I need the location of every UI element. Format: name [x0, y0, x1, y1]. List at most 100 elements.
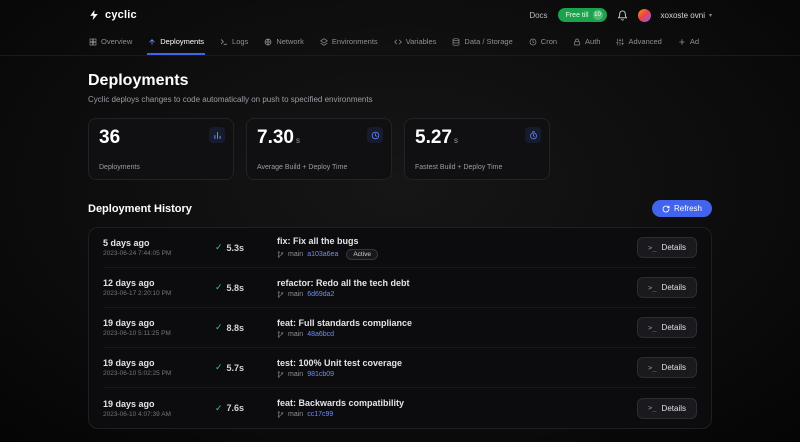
- globe-icon: [264, 38, 272, 46]
- tab-network[interactable]: Network: [263, 30, 305, 55]
- git-branch-icon: [277, 411, 284, 418]
- time-column: 19 days ago 2023-06-10 5:11:25 PM: [103, 318, 215, 337]
- tab-cron[interactable]: Cron: [528, 30, 558, 55]
- details-label: Details: [662, 283, 686, 292]
- commit-hash[interactable]: a103a6ea: [307, 251, 338, 258]
- details-button[interactable]: >_ Details: [637, 357, 697, 378]
- details-button[interactable]: >_ Details: [637, 237, 697, 258]
- plan-label: Free till: [566, 12, 589, 19]
- branch-name: main: [288, 331, 303, 338]
- refresh-button[interactable]: Refresh: [652, 200, 712, 217]
- deploy-timestamp: 2023-06-17 2:20:10 PM: [103, 290, 215, 297]
- tab-overview[interactable]: Overview: [88, 30, 133, 55]
- git-branch-icon: [277, 291, 284, 298]
- grid-icon: [89, 38, 97, 46]
- message-column: fix: Fix all the bugs main a103a6ea Acti…: [277, 236, 637, 260]
- user-name: xoxoste ovni: [661, 11, 705, 20]
- bell-icon[interactable]: [617, 10, 628, 21]
- brand-logo[interactable]: cyclic: [88, 9, 137, 21]
- tab-environments[interactable]: Environments: [319, 30, 379, 55]
- lock-icon: [573, 38, 581, 46]
- commit-meta: main 6d69da2: [277, 291, 637, 298]
- time-column: 5 days ago 2023-06-24 7:44:05 PM: [103, 238, 215, 257]
- stat-label: Deployments: [99, 164, 140, 171]
- commit-hash[interactable]: 48a6bcd: [307, 331, 334, 338]
- details-button[interactable]: >_ Details: [637, 277, 697, 298]
- time-column: 19 days ago 2023-06-10 5:02:25 PM: [103, 358, 215, 377]
- details-label: Details: [662, 323, 686, 332]
- stat-value: 5.27s: [415, 128, 539, 147]
- message-column: refactor: Redo all the tech debt main 6d…: [277, 278, 637, 298]
- commit-hash[interactable]: 6d69da2: [307, 291, 334, 298]
- tab-addons[interactable]: Ad: [677, 30, 700, 55]
- avatar[interactable]: [638, 9, 651, 22]
- success-check-icon: ✓: [215, 322, 223, 333]
- tab-auth[interactable]: Auth: [572, 30, 601, 55]
- code-icon: [394, 38, 402, 46]
- commit-meta: main cc17c99: [277, 411, 637, 418]
- active-badge: Active: [346, 249, 378, 260]
- commit-hash[interactable]: cc17c99: [307, 411, 333, 418]
- deployment-row: 12 days ago 2023-06-17 2:20:10 PM ✓ 5.8s…: [103, 268, 697, 308]
- clock-icon: [367, 127, 383, 143]
- tab-logs[interactable]: Logs: [219, 30, 249, 55]
- history-title: Deployment History: [88, 203, 192, 215]
- deployment-row: 19 days ago 2023-06-10 5:11:25 PM ✓ 8.8s…: [103, 308, 697, 348]
- details-button[interactable]: >_ Details: [637, 317, 697, 338]
- docs-link[interactable]: Docs: [529, 11, 547, 20]
- deploy-timestamp: 2023-06-10 5:02:25 PM: [103, 370, 215, 377]
- details-label: Details: [662, 243, 686, 252]
- stat-value: 7.30s: [257, 128, 381, 147]
- sliders-icon: [616, 38, 624, 46]
- deploy-arrow-icon: [148, 38, 156, 46]
- deploy-duration: 5.7s: [227, 363, 245, 373]
- clock-icon: [529, 38, 537, 46]
- tab-label: Overview: [101, 37, 132, 46]
- terminal-icon: >_: [648, 324, 656, 332]
- plus-icon: [678, 38, 686, 46]
- deploy-timestamp: 2023-06-24 7:44:05 PM: [103, 250, 215, 257]
- message-column: feat: Backwards compatibility main cc17c…: [277, 398, 637, 418]
- commit-meta: main 48a6bcd: [277, 331, 637, 338]
- details-button[interactable]: >_ Details: [637, 398, 697, 419]
- time-column: 12 days ago 2023-06-17 2:20:10 PM: [103, 278, 215, 297]
- duration-column: ✓ 5.8s: [215, 282, 277, 293]
- tab-variables[interactable]: Variables: [393, 30, 438, 55]
- stat-unit: s: [296, 136, 300, 145]
- tab-deployments[interactable]: Deployments: [147, 30, 205, 55]
- chevron-down-icon: ▾: [709, 12, 712, 19]
- branch-name: main: [288, 411, 303, 418]
- commit-meta: main 981cb09: [277, 371, 637, 378]
- tab-label: Network: [276, 37, 304, 46]
- terminal-icon: >_: [648, 364, 656, 372]
- app-root: cyclic Docs Free till 10 xoxoste ovni ▾ …: [0, 0, 800, 442]
- refresh-icon: [662, 205, 670, 213]
- deploy-duration: 7.6s: [227, 403, 245, 413]
- deploy-duration: 5.3s: [227, 243, 245, 253]
- nav-tabs: Overview Deployments Logs Network Enviro…: [0, 30, 800, 56]
- terminal-icon: >_: [648, 244, 656, 252]
- terminal-icon: >_: [648, 284, 656, 292]
- plan-button[interactable]: Free till 10: [558, 8, 607, 22]
- page-subtitle: Cyclic deploys changes to code automatic…: [88, 95, 712, 104]
- commit-message: test: 100% Unit test coverage: [277, 358, 637, 368]
- tab-label: Environments: [332, 37, 378, 46]
- message-column: test: 100% Unit test coverage main 981cb…: [277, 358, 637, 378]
- time-column: 19 days ago 2023-06-10 4:07:39 AM: [103, 399, 215, 418]
- commit-message: fix: Fix all the bugs: [277, 236, 637, 246]
- success-check-icon: ✓: [215, 362, 223, 373]
- terminal-icon: [220, 38, 228, 46]
- stat-card-average-time: 7.30s Average Build + Deploy Time: [246, 118, 392, 180]
- tab-label: Logs: [232, 37, 248, 46]
- tab-advanced[interactable]: Advanced: [615, 30, 662, 55]
- commit-hash[interactable]: 981cb09: [307, 371, 334, 378]
- tab-label: Ad: [690, 37, 699, 46]
- tab-data-storage[interactable]: Data / Storage: [451, 30, 513, 55]
- database-icon: [452, 38, 460, 46]
- duration-column: ✓ 5.3s: [215, 242, 277, 253]
- stat-value: 36: [99, 128, 223, 147]
- stat-cards: 36 Deployments 7.30s Average Build + Dep…: [88, 118, 712, 180]
- tab-label: Deployments: [160, 37, 204, 46]
- tab-label: Variables: [406, 37, 437, 46]
- user-menu[interactable]: xoxoste ovni ▾: [661, 11, 712, 20]
